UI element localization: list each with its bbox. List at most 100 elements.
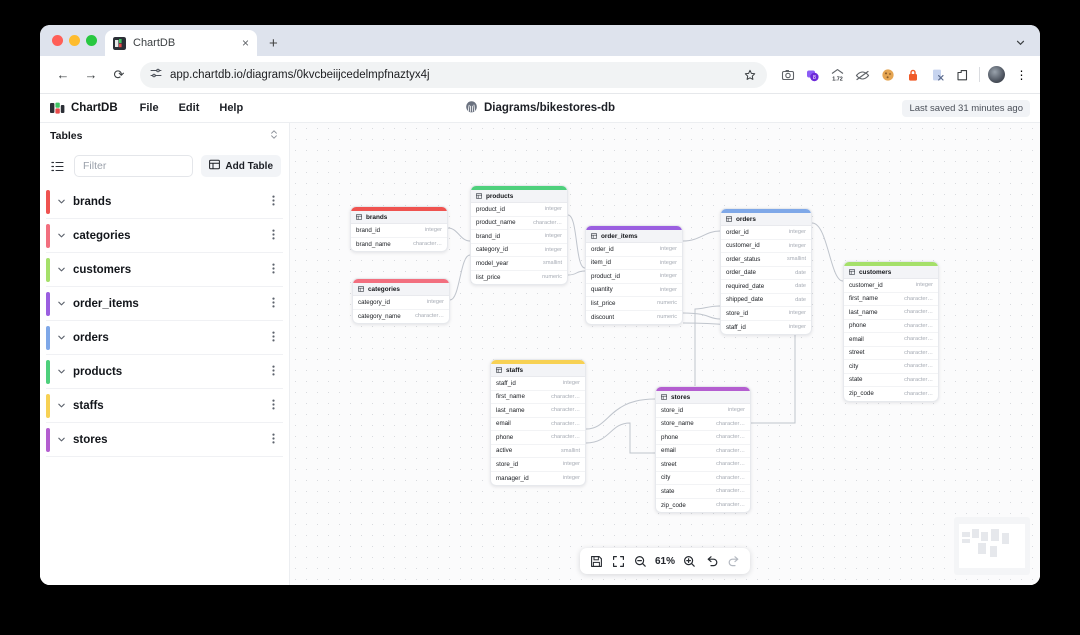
sidebar-item-stores[interactable]: stores xyxy=(46,423,283,457)
table-field-row[interactable]: last_namecharacter… xyxy=(491,404,585,418)
table-field-row[interactable]: staff_idinteger xyxy=(721,321,811,335)
menu-edit[interactable]: Edit xyxy=(171,100,208,116)
table-field-row[interactable]: store_namecharacter… xyxy=(656,418,750,432)
table-field-row[interactable]: emailcharacter… xyxy=(491,418,585,432)
address-bar[interactable]: app.chartdb.io/diagrams/0kvcbeiijcedelmp… xyxy=(140,62,767,88)
table-options-icon[interactable] xyxy=(272,399,283,413)
sidebar-item-orders[interactable]: orders xyxy=(46,321,283,355)
password-lock-icon[interactable] xyxy=(904,66,921,83)
table-node-products[interactable]: productsproduct_idintegerproduct_namecha… xyxy=(470,185,568,285)
table-field-row[interactable]: product_namecharacter… xyxy=(471,217,567,231)
table-field-row[interactable]: category_namecharacter… xyxy=(353,310,449,324)
eye-slash-icon[interactable] xyxy=(854,66,871,83)
table-field-row[interactable]: quantityinteger xyxy=(586,284,682,298)
table-field-row[interactable]: statecharacter… xyxy=(844,374,938,388)
zoom-in-icon[interactable] xyxy=(680,552,699,571)
chevron-down-icon[interactable] xyxy=(56,197,66,206)
table-options-icon[interactable] xyxy=(272,195,283,209)
table-field-row[interactable]: last_namecharacter… xyxy=(844,306,938,320)
table-field-row[interactable]: store_idinteger xyxy=(491,458,585,472)
table-field-row[interactable]: first_namecharacter… xyxy=(844,293,938,307)
table-field-row[interactable]: product_idinteger xyxy=(471,203,567,217)
table-options-icon[interactable] xyxy=(272,331,283,345)
minimize-window-button[interactable] xyxy=(69,35,80,46)
sidebar-item-order_items[interactable]: order_items xyxy=(46,287,283,321)
browser-menu-button[interactable]: ⋮ xyxy=(1013,66,1030,83)
table-node-staffs[interactable]: staffsstaff_idintegerfirst_namecharacter… xyxy=(490,359,586,486)
table-field-row[interactable]: emailcharacter… xyxy=(844,333,938,347)
table-node-customers[interactable]: customerscustomer_idintegerfirst_namecha… xyxy=(843,261,939,402)
table-field-row[interactable]: order_datedate xyxy=(721,267,811,281)
add-table-button[interactable]: Add Table xyxy=(201,155,281,177)
browser-tab[interactable]: ChartDB × xyxy=(105,30,257,56)
menu-file[interactable]: File xyxy=(132,100,167,116)
table-options-icon[interactable] xyxy=(272,297,283,311)
chevron-down-icon[interactable] xyxy=(56,333,66,342)
chevron-down-icon[interactable] xyxy=(56,401,66,410)
table-field-row[interactable]: order_statussmallint xyxy=(721,253,811,267)
diagram-title[interactable]: Diagrams/bikestores-db xyxy=(465,100,615,116)
table-field-row[interactable]: streetcharacter… xyxy=(656,458,750,472)
close-window-button[interactable] xyxy=(52,35,63,46)
table-field-row[interactable]: store_idinteger xyxy=(656,404,750,418)
extension-badge-8-icon[interactable]: 8 xyxy=(804,66,821,83)
table-field-row[interactable]: model_yearsmallint xyxy=(471,257,567,271)
table-node-header[interactable]: customers xyxy=(844,266,938,279)
table-field-row[interactable]: discountnumeric xyxy=(586,311,682,325)
table-field-row[interactable]: manager_idinteger xyxy=(491,472,585,486)
table-node-header[interactable]: products xyxy=(471,190,567,203)
close-icon[interactable]: × xyxy=(242,37,249,49)
chevron-down-icon[interactable] xyxy=(56,299,66,308)
chevron-down-icon[interactable] xyxy=(56,265,66,274)
back-button[interactable]: ← xyxy=(50,62,76,88)
table-node-stores[interactable]: storesstore_idintegerstore_namecharacter… xyxy=(655,386,751,513)
sidebar-item-categories[interactable]: categories xyxy=(46,219,283,253)
sidebar-item-staffs[interactable]: staffs xyxy=(46,389,283,423)
cookie-icon[interactable] xyxy=(879,66,896,83)
redo-icon[interactable] xyxy=(724,552,743,571)
forward-button[interactable]: → xyxy=(78,62,104,88)
table-field-row[interactable]: list_pricenumeric xyxy=(586,297,682,311)
table-options-icon[interactable] xyxy=(272,229,283,243)
chevron-down-icon[interactable] xyxy=(1010,32,1030,52)
table-field-row[interactable]: statecharacter… xyxy=(656,485,750,499)
sidebar-item-brands[interactable]: brands xyxy=(46,185,283,219)
table-field-row[interactable]: order_idinteger xyxy=(586,243,682,257)
table-field-row[interactable]: required_datedate xyxy=(721,280,811,294)
table-options-icon[interactable] xyxy=(272,433,283,447)
chevron-down-icon[interactable] xyxy=(56,367,66,376)
sidebar-item-products[interactable]: products xyxy=(46,355,283,389)
table-field-row[interactable]: emailcharacter… xyxy=(656,445,750,459)
table-field-row[interactable]: zip_codecharacter… xyxy=(844,387,938,401)
star-icon[interactable] xyxy=(739,64,761,86)
zoom-out-icon[interactable] xyxy=(631,552,650,571)
profile-avatar[interactable] xyxy=(988,66,1005,83)
table-field-row[interactable]: product_idinteger xyxy=(586,270,682,284)
table-field-row[interactable]: citycharacter… xyxy=(844,360,938,374)
table-node-order_items[interactable]: order_itemsorder_idintegeritem_idinteger… xyxy=(585,225,683,325)
fit-view-icon[interactable] xyxy=(609,552,628,571)
table-field-row[interactable]: customer_idinteger xyxy=(844,279,938,293)
table-field-row[interactable]: brand_idinteger xyxy=(471,230,567,244)
table-field-row[interactable]: brand_idinteger xyxy=(351,224,447,238)
table-field-row[interactable]: list_pricenumeric xyxy=(471,271,567,285)
table-field-row[interactable]: item_idinteger xyxy=(586,257,682,271)
table-field-row[interactable]: activesmallint xyxy=(491,445,585,459)
table-field-row[interactable]: order_idinteger xyxy=(721,226,811,240)
table-field-row[interactable]: first_namecharacter… xyxy=(491,391,585,405)
table-options-icon[interactable] xyxy=(272,365,283,379)
table-node-header[interactable]: categories xyxy=(353,283,449,296)
chevron-down-icon[interactable] xyxy=(56,231,66,240)
tab-group-icon[interactable] xyxy=(954,66,971,83)
new-tab-button[interactable]: + xyxy=(269,36,278,51)
table-field-row[interactable]: category_idinteger xyxy=(353,296,449,310)
table-options-icon[interactable] xyxy=(272,263,283,277)
chevron-down-icon[interactable] xyxy=(56,435,66,444)
filter-input[interactable]: Filter xyxy=(74,155,193,177)
site-settings-icon[interactable] xyxy=(150,67,162,82)
chevron-updown-icon[interactable] xyxy=(269,129,279,143)
table-node-header[interactable]: order_items xyxy=(586,230,682,243)
table-node-header[interactable]: brands xyxy=(351,211,447,224)
table-node-orders[interactable]: ordersorder_idintegercustomer_idintegero… xyxy=(720,208,812,335)
sidebar-item-customers[interactable]: customers xyxy=(46,253,283,287)
